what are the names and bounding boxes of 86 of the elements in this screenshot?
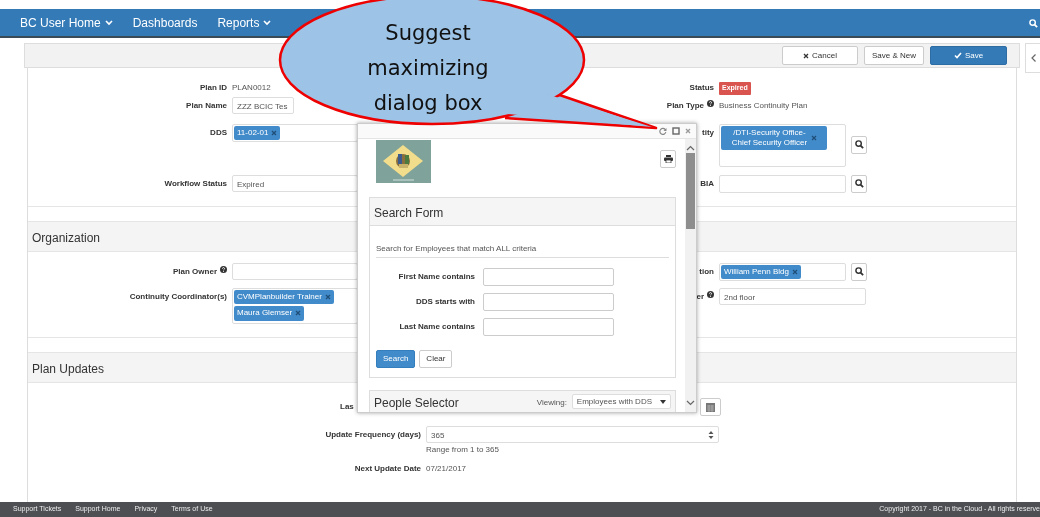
nav-link[interactable]: BC User Home [20,13,113,32]
tag: Maura Glemser [234,306,305,321]
close-icon [685,128,691,134]
tag: 11-02-01 [234,125,281,140]
field-label: DDS [210,126,227,139]
close-button[interactable] [685,128,691,134]
field-label: tity [702,126,714,139]
select-field[interactable]: Employees with DDS [571,394,671,409]
spinner-icon [708,429,714,440]
maximize-icon [672,127,680,135]
tag-field[interactable]: 11-02-01 [232,123,358,142]
field-label: Next Update Date [354,462,421,475]
input-field[interactable]: Expired [232,174,358,192]
search-icon [1029,18,1038,28]
panel-title: Search Form [370,198,675,226]
search-icon [854,140,864,149]
tag: CVMPlanbuilder Trainer [234,289,334,305]
print-button[interactable] [660,150,676,168]
search-button[interactable] [851,174,867,193]
chevron-icon [686,145,695,151]
search-button[interactable] [851,262,867,281]
remove-icon [811,134,817,141]
chevron-icon [1030,53,1036,63]
field-value: PLAN0012 [232,82,271,94]
refresh-button[interactable] [659,127,667,135]
input-field[interactable] [232,262,358,280]
tag-field[interactable] [719,174,846,193]
help-text: Range from 1 to 365 [426,443,500,456]
tag-field[interactable]: William Penn Bldg [719,262,846,281]
field-label: DDS starts with [414,296,475,308]
input-field[interactable]: 2nd floor [719,287,866,305]
panel-title: People Selector [374,395,459,412]
scroll-thumb[interactable] [686,153,695,229]
field-label: er [696,290,704,303]
remove-icon [324,294,331,301]
tag: /DTI-Security Office-Chief Security Officer [721,125,827,151]
remove-icon [271,129,278,136]
input-field[interactable]: ZZZ BCIC Tes [232,96,294,114]
nav-link[interactable]: Reports [217,13,272,32]
calendar-button[interactable] [699,397,721,416]
refresh-icon [659,127,667,135]
collapse-button[interactable] [1025,43,1040,73]
callout-text: Suggest maximizing dialog box [366,20,490,117]
field-label: Plan Type [666,99,704,112]
cancel-button[interactable]: Cancel [782,46,858,65]
search-button[interactable]: Search [376,350,416,368]
scrollbar[interactable] [685,139,696,412]
print-icon [663,155,673,163]
clear-button[interactable]: Clear [419,350,453,368]
field-value: Business Continuity Plan [719,99,808,112]
number-field[interactable]: 365 [426,425,719,443]
input-field[interactable] [483,268,614,286]
field-label: Workflow Status [164,177,227,190]
nav-link[interactable]: Dashboards [132,13,198,32]
input-field[interactable] [483,293,614,311]
field-label: Plan Owner [173,265,217,278]
save-new-button[interactable]: Save & New [864,46,924,65]
field-label: Continuity Coordinator(s) [129,290,227,303]
field-label: Update Frequency (days) [325,428,421,441]
field-label: tion [699,265,714,278]
chevron-icon [686,400,695,406]
tag-field[interactable]: /DTI-Security Office-Chief Security Officer [719,123,846,167]
field-label: Viewing: [536,397,567,409]
search-icon [854,267,864,276]
field-label: BIA [700,177,714,190]
close-icon [803,52,810,59]
maximize-button[interactable] [672,127,680,135]
calendar-icon [705,401,715,412]
tag-field[interactable]: CVMPlanbuilder Trainer Maura Glemser [232,287,358,324]
input-field[interactable] [483,318,614,336]
save-button[interactable]: Save [930,46,1007,65]
check-icon [953,52,962,59]
field-value: 07/21/2017 [426,462,467,475]
search-button[interactable] [851,135,867,154]
field-label: Plan Name [186,99,227,112]
field-label: Plan ID [199,82,227,94]
tag: William Penn Bldg [721,264,801,279]
remove-icon [791,268,798,275]
search-icon [854,179,864,188]
instruction-text: Search for Employees that match ALL criteria [376,243,669,258]
field-label: Las [340,400,354,413]
field-label: Last Name contains [398,321,475,333]
field-label: Status [689,82,714,94]
field-label: First Name contains [397,271,475,283]
caret-icon [660,399,666,404]
remove-icon [295,310,302,317]
